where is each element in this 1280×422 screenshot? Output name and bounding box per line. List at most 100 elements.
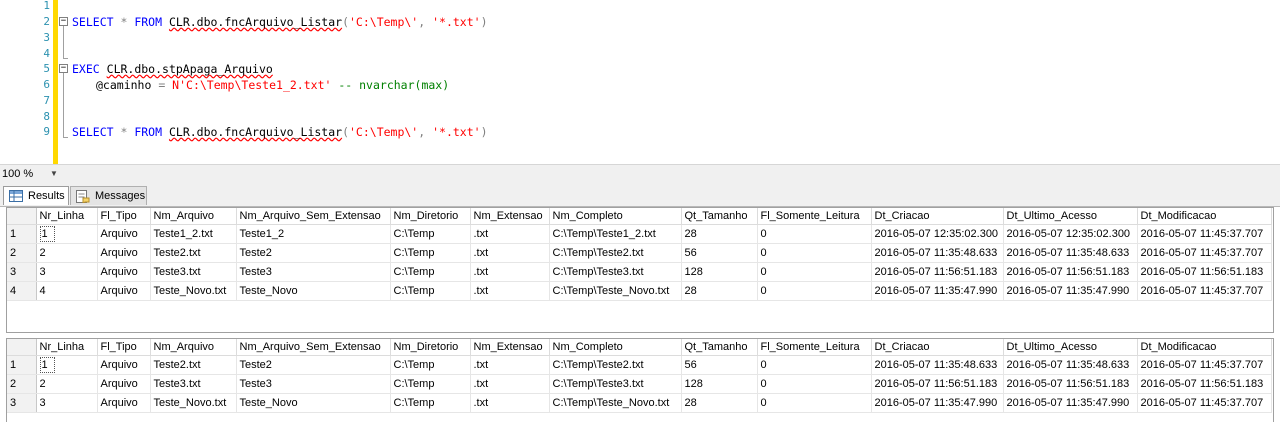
collapse-icon[interactable]: −: [59, 17, 68, 26]
column-header-nm_diretorio[interactable]: Nm_Diretorio: [390, 339, 471, 356]
column-header-dt_ultimo_acesso[interactable]: Dt_Ultimo_Acesso: [1003, 339, 1138, 356]
table-cell[interactable]: 2: [36, 374, 98, 394]
table-cell[interactable]: 2016-05-07 11:45:37.707: [1137, 224, 1272, 244]
table-cell[interactable]: Teste_Novo: [236, 281, 391, 301]
table-cell[interactable]: .txt: [470, 262, 550, 282]
table-cell[interactable]: C:\Temp: [390, 393, 471, 413]
column-header-qt_tamanho[interactable]: Qt_Tamanho: [681, 208, 758, 225]
result-grid-1[interactable]: Nr_Linha Fl_Tipo Nm_Arquivo Nm_Arquivo_Sem_…: [6, 207, 1274, 333]
table-cell[interactable]: .txt: [470, 281, 550, 301]
table-row[interactable]: 2 2 Arquivo Teste2.txt Teste2 C:\Temp .txt C:\T…: [7, 243, 1272, 263]
table-cell[interactable]: 0: [757, 262, 872, 282]
table-cell[interactable]: 2016-05-07 11:56:51.183: [1003, 374, 1138, 394]
table-cell[interactable]: .txt: [470, 393, 550, 413]
table-cell[interactable]: 2: [36, 243, 98, 263]
table-cell[interactable]: 128: [681, 374, 758, 394]
table-cell[interactable]: C:\Temp: [390, 243, 471, 263]
table-cell[interactable]: 2016-05-07 11:45:37.707: [1137, 243, 1272, 263]
dropdown-arrow-icon[interactable]: ▼: [50, 167, 58, 181]
table-cell[interactable]: 2016-05-07 12:35:02.300: [871, 224, 1004, 244]
code-line-2[interactable]: SELECT * FROM CLR.dbo.fncArquivo_Listar(…: [72, 14, 488, 30]
table-cell[interactable]: 2016-05-07 11:35:47.990: [1003, 393, 1138, 413]
table-cell[interactable]: C:\Temp: [390, 224, 471, 244]
row-number[interactable]: 1: [7, 355, 37, 375]
table-row[interactable]: 3 3 Arquivo Teste_Novo.txt Teste_Novo C:\Temp…: [7, 393, 1272, 413]
column-header-dt_ultimo_acesso[interactable]: Dt_Ultimo_Acesso: [1003, 208, 1138, 225]
table-cell[interactable]: C:\Temp\Teste_Novo.txt: [549, 281, 682, 301]
table-cell[interactable]: C:\Temp: [390, 355, 471, 375]
column-header-fl_somente_leitura[interactable]: Fl_Somente_Leitura: [757, 208, 872, 225]
table-cell[interactable]: .txt: [470, 374, 550, 394]
table-cell[interactable]: 2016-05-07 11:56:51.183: [871, 262, 1004, 282]
code-line-6[interactable]: @caminho = N'C:\Temp\Teste1_2.txt' -- nv…: [96, 77, 449, 93]
column-header-nm_extensao[interactable]: Nm_Extensao: [470, 208, 550, 225]
table-row[interactable]: 2 2 Arquivo Teste3.txt Teste3 C:\Temp .txt C:\T…: [7, 374, 1272, 394]
table-cell[interactable]: 56: [681, 243, 758, 263]
column-header-fl_tipo[interactable]: Fl_Tipo: [97, 208, 151, 225]
table-cell[interactable]: C:\Temp: [390, 281, 471, 301]
table-cell[interactable]: 2016-05-07 11:56:51.183: [1137, 262, 1272, 282]
table-cell[interactable]: 28: [681, 224, 758, 244]
zoom-select[interactable]: 100 % ▼: [2, 167, 64, 181]
result-grid-2[interactable]: Nr_Linha Fl_Tipo Nm_Arquivo Nm_Arquivo_Sem_…: [6, 338, 1274, 422]
row-number[interactable]: 3: [7, 262, 37, 282]
table-cell[interactable]: C:\Temp: [390, 262, 471, 282]
grid-corner[interactable]: [7, 339, 37, 356]
tab-messages[interactable]: Messages: [70, 186, 147, 205]
table-cell[interactable]: 2016-05-07 11:35:48.633: [871, 243, 1004, 263]
row-number[interactable]: 3: [7, 393, 37, 413]
table-cell[interactable]: 2016-05-07 11:56:51.183: [1137, 374, 1272, 394]
column-header-dt_modificacao[interactable]: Dt_Modificacao: [1137, 208, 1272, 225]
table-cell[interactable]: 128: [681, 262, 758, 282]
table-cell[interactable]: 0: [757, 374, 872, 394]
table-cell[interactable]: 0: [757, 224, 872, 244]
table-cell[interactable]: Teste3.txt: [150, 262, 237, 282]
column-header-nm_arquivo[interactable]: Nm_Arquivo: [150, 339, 237, 356]
row-number[interactable]: 4: [7, 281, 37, 301]
column-header-nm_completo[interactable]: Nm_Completo: [549, 339, 682, 356]
table-cell[interactable]: 28: [681, 281, 758, 301]
table-cell[interactable]: Arquivo: [97, 355, 151, 375]
table-cell[interactable]: Teste3.txt: [150, 374, 237, 394]
column-header-nm_diretorio[interactable]: Nm_Diretorio: [390, 208, 471, 225]
table-cell[interactable]: Arquivo: [97, 281, 151, 301]
table-cell[interactable]: 0: [757, 281, 872, 301]
table-cell[interactable]: C:\Temp\Teste2.txt: [549, 243, 682, 263]
collapse-icon[interactable]: −: [59, 64, 68, 73]
table-cell[interactable]: Teste2.txt: [150, 355, 237, 375]
row-number[interactable]: 1: [7, 224, 37, 244]
table-cell[interactable]: C:\Temp\Teste3.txt: [549, 374, 682, 394]
column-header-nr_linha[interactable]: Nr_Linha: [36, 208, 98, 225]
table-cell[interactable]: 0: [757, 243, 872, 263]
table-cell[interactable]: Arquivo: [97, 243, 151, 263]
table-cell[interactable]: 28: [681, 393, 758, 413]
table-row[interactable]: 1 1 Arquivo Teste2.txt Teste2 C:\Temp .txt C:\T…: [7, 355, 1272, 375]
table-cell[interactable]: 2016-05-07 11:56:51.183: [1003, 262, 1138, 282]
table-cell[interactable]: C:\Temp: [390, 374, 471, 394]
table-cell[interactable]: 2016-05-07 12:35:02.300: [1003, 224, 1138, 244]
table-cell[interactable]: Teste_Novo.txt: [150, 281, 237, 301]
table-cell[interactable]: 0: [757, 355, 872, 375]
table-row[interactable]: 4 4 Arquivo Teste_Novo.txt Teste_Novo C:\Temp…: [7, 281, 1272, 301]
table-cell[interactable]: 4: [36, 281, 98, 301]
table-cell[interactable]: C:\Temp\Teste_Novo.txt: [549, 393, 682, 413]
table-cell[interactable]: Teste2.txt: [150, 243, 237, 263]
table-cell[interactable]: Arquivo: [97, 374, 151, 394]
table-cell[interactable]: 2016-05-07 11:45:37.707: [1137, 355, 1272, 375]
grid-corner[interactable]: [7, 208, 37, 225]
table-cell[interactable]: Teste3: [236, 262, 391, 282]
table-cell[interactable]: C:\Temp\Teste2.txt: [549, 355, 682, 375]
table-cell[interactable]: 2016-05-07 11:45:37.707: [1137, 281, 1272, 301]
column-header-dt_modificacao[interactable]: Dt_Modificacao: [1137, 339, 1272, 356]
table-cell[interactable]: .txt: [470, 355, 550, 375]
table-cell[interactable]: 2016-05-07 11:35:47.990: [871, 393, 1004, 413]
table-cell[interactable]: Teste2: [236, 243, 391, 263]
query-editor[interactable]: 1 2 3 4 5 6 7 8 9 − − SELECT * FROM CLR.…: [0, 0, 1280, 164]
row-number[interactable]: 2: [7, 243, 37, 263]
column-header-nm_arquivo[interactable]: Nm_Arquivo: [150, 208, 237, 225]
column-header-nm_completo[interactable]: Nm_Completo: [549, 208, 682, 225]
column-header-fl_somente_leitura[interactable]: Fl_Somente_Leitura: [757, 339, 872, 356]
table-cell[interactable]: C:\Temp\Teste1_2.txt: [549, 224, 682, 244]
table-cell[interactable]: 2016-05-07 11:35:48.633: [871, 355, 1004, 375]
column-header-dt_criacao[interactable]: Dt_Criacao: [871, 339, 1004, 356]
